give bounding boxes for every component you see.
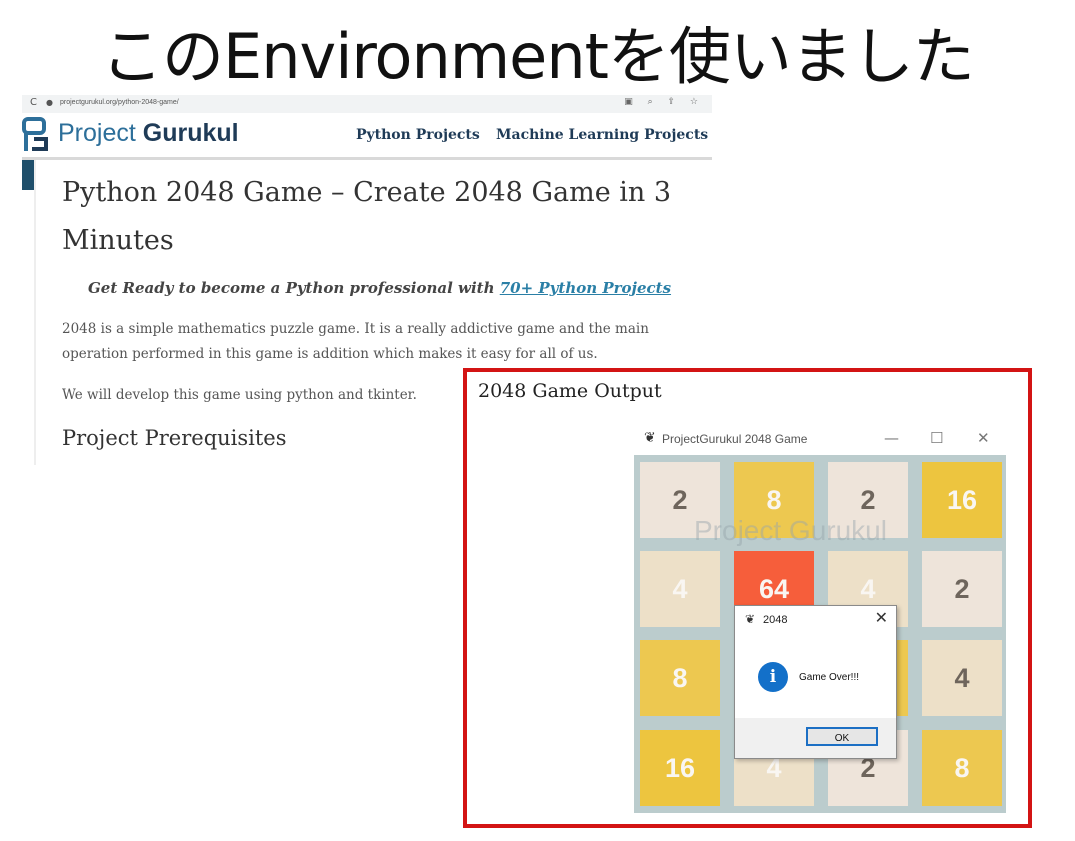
promo-line: Get Ready to become a Python professiona…: [88, 279, 671, 297]
close-icon[interactable]: ✕: [977, 429, 990, 447]
ok-button[interactable]: OK: [806, 727, 878, 746]
article-title: Python 2048 Game – Create 2048 Game in 3…: [62, 177, 672, 256]
tile-r1-c2: 8: [734, 462, 814, 538]
sidebar-accent: [22, 160, 34, 190]
tile-r4-c1: 16: [640, 730, 720, 806]
tile-r3-c1: 8: [640, 640, 720, 716]
lock-icon: ●: [46, 98, 53, 107]
tile-r2-c4: 2: [922, 551, 1002, 627]
tile-r3-c4: 4: [922, 640, 1002, 716]
slide-title: このEnvironmentを使いました: [101, 20, 975, 93]
info-icon: i: [758, 662, 788, 692]
minimize-icon[interactable]: —: [884, 429, 899, 447]
maximize-icon[interactable]: ☐: [930, 429, 943, 447]
tile-r1-c4: 16: [922, 462, 1002, 538]
reload-icon[interactable]: C: [30, 97, 37, 108]
article-paragraph-1: 2048 is a simple mathematics puzzle game…: [62, 321, 649, 362]
dialog-title: 2048: [763, 614, 788, 626]
promo-text: Get Ready to become a Python professiona…: [88, 279, 500, 297]
tile-r1-c1: 2: [640, 462, 720, 538]
feather-icon: ❦: [644, 430, 656, 446]
logo-icon: [22, 117, 48, 151]
site-logo-text[interactable]: Project Gurukul: [58, 119, 239, 148]
logo-word-project: Project: [58, 119, 143, 147]
promo-link[interactable]: 70+ Python Projects: [500, 279, 671, 297]
sidebar-rule: [34, 160, 36, 465]
browser-tool-icons[interactable]: ▣ ⌕ ⇪ ☆: [624, 97, 704, 107]
game-window-titlebar[interactable]: ❦ ProjectGurukul 2048 Game — ☐ ✕: [634, 427, 1006, 455]
game-window-title: ProjectGurukul 2048 Game: [662, 432, 808, 446]
dialog-feather-icon: ❦: [745, 612, 756, 626]
tile-r2-c1: 4: [640, 551, 720, 627]
address-bar: C ● projectgurukul.org/python-2048-game/…: [22, 95, 712, 114]
game-over-dialog: ❦ 2048 ✕ i Game Over!!! OK: [734, 605, 897, 759]
tile-r4-c4: 8: [922, 730, 1002, 806]
section-heading: Project Prerequisites: [62, 426, 287, 450]
nav-machine-learning-projects[interactable]: Machine Learning Projects: [496, 127, 708, 143]
output-label: 2048 Game Output: [478, 380, 662, 402]
nav-python-projects[interactable]: Python Projects: [356, 127, 480, 143]
logo-word-gurukul: Gurukul: [142, 119, 239, 147]
tile-r1-c3: 2: [828, 462, 908, 538]
dialog-message: Game Over!!!: [799, 672, 860, 683]
dialog-close-icon[interactable]: ✕: [875, 608, 888, 627]
url-text[interactable]: projectgurukul.org/python-2048-game/: [60, 99, 179, 106]
site-header: Project Gurukul Python Projects Machine …: [22, 113, 712, 160]
